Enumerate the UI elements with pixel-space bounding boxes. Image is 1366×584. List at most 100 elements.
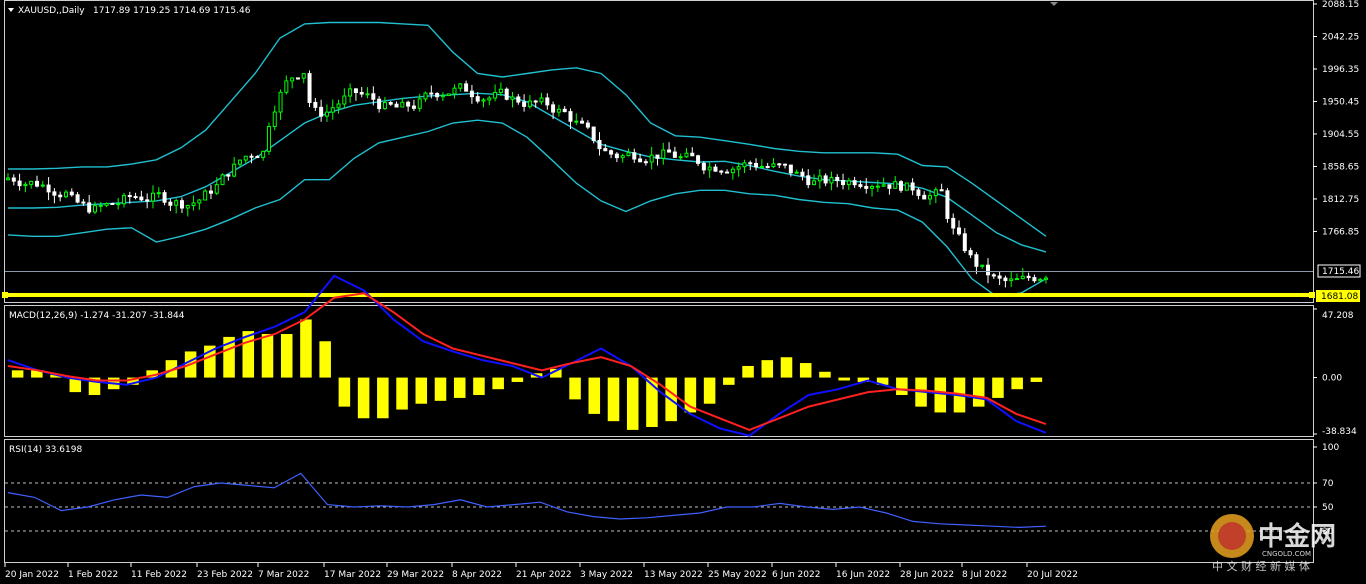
candle-body [899, 181, 904, 191]
candle-body [684, 152, 689, 158]
hline-handle-right[interactable] [1309, 292, 1315, 298]
candle-body [34, 180, 39, 187]
candle-body [11, 177, 16, 182]
macd-axis: 47.208 0.00 -38.834 [1313, 308, 1357, 437]
macd-histogram-bar [396, 377, 408, 410]
macd-histogram-bar [703, 377, 716, 404]
cngold-logo-inner-icon [1218, 522, 1246, 550]
cngold-watermark: 中金网 CNGOLD.COM 中 文 财 经 新 媒 体 [1210, 514, 1336, 573]
candle-body [696, 155, 701, 164]
hline-handle-left[interactable] [2, 292, 8, 298]
candle-body [678, 156, 683, 159]
candle-body [388, 102, 393, 105]
candle-body [562, 108, 567, 113]
candle-body [841, 179, 846, 186]
candle-body [748, 162, 753, 165]
candle-body [272, 111, 277, 127]
candle-body [539, 97, 544, 103]
candle-body [423, 92, 428, 100]
symbol-title: XAUUSD,,Daily [18, 6, 85, 16]
candle-body [742, 162, 747, 168]
macd-histogram-bar [511, 377, 524, 382]
candle-body [719, 170, 724, 173]
candle-body [632, 152, 637, 160]
candle-body [469, 90, 474, 98]
candle-body [759, 165, 764, 168]
candle-body [533, 100, 538, 103]
candle-body [365, 93, 370, 96]
date-tick-label: 17 Mar 2022 [324, 570, 381, 580]
rsi-tick-label: 100 [1322, 443, 1339, 453]
macd-tick-label: -38.834 [1322, 427, 1357, 437]
macd-histogram-bar [300, 319, 312, 378]
candle-body [736, 166, 741, 170]
candle-body [968, 250, 973, 256]
candle-body [208, 190, 213, 194]
candle-body [945, 190, 950, 219]
candle-body [220, 174, 225, 186]
candle-body [887, 184, 892, 189]
candle-body [730, 168, 735, 174]
date-tick-label: 3 May 2022 [580, 570, 633, 580]
candle-body [638, 158, 643, 163]
candle-body [63, 191, 68, 198]
price-tick-label: 2042.25 [1322, 32, 1359, 42]
candle-body [284, 80, 289, 93]
watermark-sub: CNGOLD.COM [1262, 550, 1311, 558]
candle-body [997, 275, 1002, 279]
candle-body [191, 202, 196, 207]
candle-body [336, 103, 341, 109]
candle-body [324, 111, 329, 117]
candle-body [1003, 277, 1008, 282]
ohlc-values: 1717.89 1719.25 1714.69 1715.46 [93, 6, 251, 16]
candle-body [1038, 278, 1043, 282]
candle-body [406, 101, 411, 107]
candle-body [278, 91, 283, 113]
candlesticks [6, 70, 1048, 288]
rsi-series [7, 472, 1047, 529]
candle-body [87, 202, 92, 213]
candle-body [319, 106, 324, 117]
candle-body [649, 154, 654, 163]
candle-body [17, 180, 22, 187]
collapse-triangle-icon[interactable] [8, 8, 14, 12]
price-tick-label: 1858.65 [1322, 162, 1359, 172]
macd-histogram-bar [280, 333, 293, 378]
candle-body [1020, 275, 1025, 280]
candle-body [1032, 277, 1037, 282]
candle-body [185, 205, 190, 209]
candle-body [69, 191, 74, 196]
macd-lines [7, 274, 1047, 437]
candle-body [667, 149, 672, 153]
support-hline[interactable] [5, 293, 1313, 297]
macd-histogram-bar [819, 371, 831, 378]
candle-body [870, 186, 875, 189]
candle-body [435, 93, 440, 98]
candle-body [197, 199, 202, 204]
macd-histogram-bar [357, 377, 370, 419]
candle-body [957, 227, 962, 235]
price-tick-label: 1766.85 [1322, 227, 1359, 237]
candle-body [81, 201, 86, 204]
macd-histogram-bar [761, 360, 774, 378]
date-tick-label: 11 Feb 2022 [131, 570, 187, 580]
candle-body [510, 96, 515, 100]
candle-body [910, 182, 915, 191]
candle-body [806, 175, 811, 186]
candle-body [23, 183, 28, 187]
shift-marker-icon[interactable] [1050, 2, 1058, 6]
candle-body [150, 192, 155, 202]
candle-body [162, 192, 167, 203]
candle-body [504, 88, 509, 100]
candle-body [765, 165, 770, 168]
candle-body [266, 125, 271, 152]
candle-body [58, 194, 63, 198]
date-tick-label: 21 Apr 2022 [516, 570, 572, 580]
candle-body [116, 203, 121, 206]
candle-body [29, 180, 34, 185]
candle-body [701, 162, 706, 171]
candle-body [707, 166, 712, 171]
candle-body [353, 88, 358, 94]
candle-body [875, 185, 880, 188]
date-tick-label: 29 Mar 2022 [387, 570, 444, 580]
